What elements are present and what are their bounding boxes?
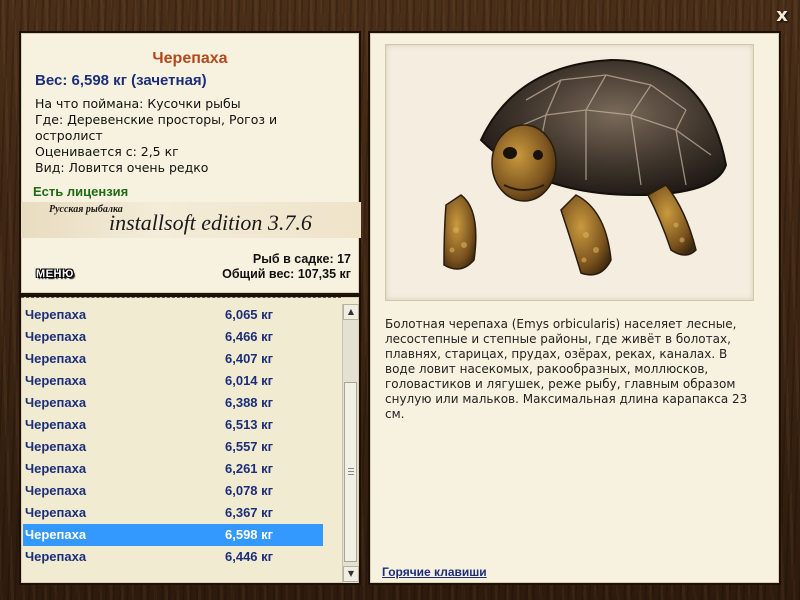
list-item[interactable]: Черепаха 6,261 кг [23, 458, 323, 480]
list-item-weight: 6,407 кг [225, 351, 274, 366]
fish-title: Черепаха [152, 50, 228, 67]
grip-line-icon [348, 468, 354, 469]
list-item[interactable]: Черепаха 6,014 кг [23, 370, 323, 392]
scroll-down-arrow-icon[interactable]: ▼ [343, 566, 359, 582]
info-location-cont: остролист [35, 128, 103, 143]
list-item[interactable]: Черепаха 6,065 кг [23, 304, 323, 326]
list-item[interactable]: Черепаха 6,446 кг [23, 546, 323, 568]
close-button[interactable]: x [772, 6, 792, 26]
list-item[interactable]: Черепаха 6,407 кг [23, 348, 323, 370]
list-item-name: Черепаха [25, 527, 87, 542]
list-item-weight: 6,014 кг [225, 373, 274, 388]
list-item-name: Черепаха [25, 461, 87, 476]
license-status: Есть лицензия [33, 184, 129, 199]
list-item-name: Черепаха [25, 549, 87, 564]
list-item[interactable]: Черепаха 6,367 кг [23, 502, 323, 524]
fish-info-panel: Черепаха Вес: 6,598 кг (зачетная) На что… [19, 31, 361, 295]
fish-image-frame [385, 44, 754, 301]
turtle-image [443, 58, 728, 276]
list-item[interactable]: Черепаха 6,078 кг [23, 480, 323, 502]
list-item-name: Черепаха [25, 395, 87, 410]
list-item[interactable]: Черепаха 6,513 кг [23, 414, 323, 436]
fish-in-net: Рыб в садке: 17 [252, 252, 351, 266]
list-item-weight: 6,557 кг [225, 439, 274, 454]
list-item-name: Черепаха [25, 351, 87, 366]
fish-description: Болотная черепаха (Emys orbicularis) нас… [385, 317, 748, 421]
info-rated-from: Оценивается с: 2,5 кг [35, 144, 179, 159]
menu-button[interactable]: МЕНЮ [36, 268, 74, 280]
catch-list-panel: Черепаха 6,065 кг Черепаха 6,466 кг Черепаха… [19, 295, 361, 585]
grip-line-icon [348, 471, 354, 472]
list-item-weight: 6,367 кг [225, 505, 274, 520]
list-item[interactable]: Черепаха 6,388 кг [23, 392, 323, 414]
list-item-weight: 6,261 кг [225, 461, 274, 476]
list-item-weight: 6,466 кг [225, 329, 274, 344]
list-item-name: Черепаха [25, 329, 87, 344]
list-item-name: Черепаха [25, 417, 87, 432]
list-item-name: Черепаха [25, 439, 87, 454]
fish-weight: Вес: 6,598 кг (зачетная) [35, 72, 207, 89]
list-item-name: Черепаха [25, 483, 87, 498]
list-scrollbar[interactable]: ▲ ▼ [342, 304, 359, 583]
list-item-weight: 6,446 кг [225, 549, 274, 564]
list-item-weight: 6,388 кг [225, 395, 274, 410]
scroll-up-arrow-icon[interactable]: ▲ [343, 304, 359, 320]
info-rarity: Вид: Ловится очень редко [35, 160, 209, 175]
list-item-name: Черепаха [25, 505, 87, 520]
total-weight: Общий вес: 107,35 кг [222, 267, 351, 281]
list-item-weight: 6,513 кг [225, 417, 274, 432]
catch-stats: Рыб в садке: 17 Общий вес: 107,35 кг [222, 252, 351, 282]
list-item-name: Черепаха [25, 373, 87, 388]
list-item[interactable]: Черепаха 6,598 кг [23, 524, 323, 546]
list-item-name: Черепаха [25, 307, 87, 322]
scroll-thumb[interactable] [344, 382, 357, 562]
hotkeys-link[interactable]: Горячие клавиши [382, 565, 487, 579]
list-item-weight: 6,078 кг [225, 483, 274, 498]
list-divider [21, 297, 341, 303]
list-item[interactable]: Черепаха 6,557 кг [23, 436, 323, 458]
list-item-weight: 6,065 кг [225, 307, 274, 322]
list-item-weight: 6,598 кг [225, 527, 274, 542]
edition-banner: Русская рыбалка installsoft edition 3.7.… [21, 202, 361, 238]
grip-line-icon [348, 474, 354, 475]
fish-detail-panel: Болотная черепаха (Emys orbicularis) нас… [368, 31, 781, 585]
info-location: Где: Деревенские просторы, Рогоз и [35, 112, 278, 127]
list-item[interactable]: Черепаха 6,466 кг [23, 326, 323, 348]
info-bait: На что поймана: Кусочки рыбы [35, 96, 241, 111]
banner-big-text: installsoft edition 3.7.6 [109, 210, 312, 235]
